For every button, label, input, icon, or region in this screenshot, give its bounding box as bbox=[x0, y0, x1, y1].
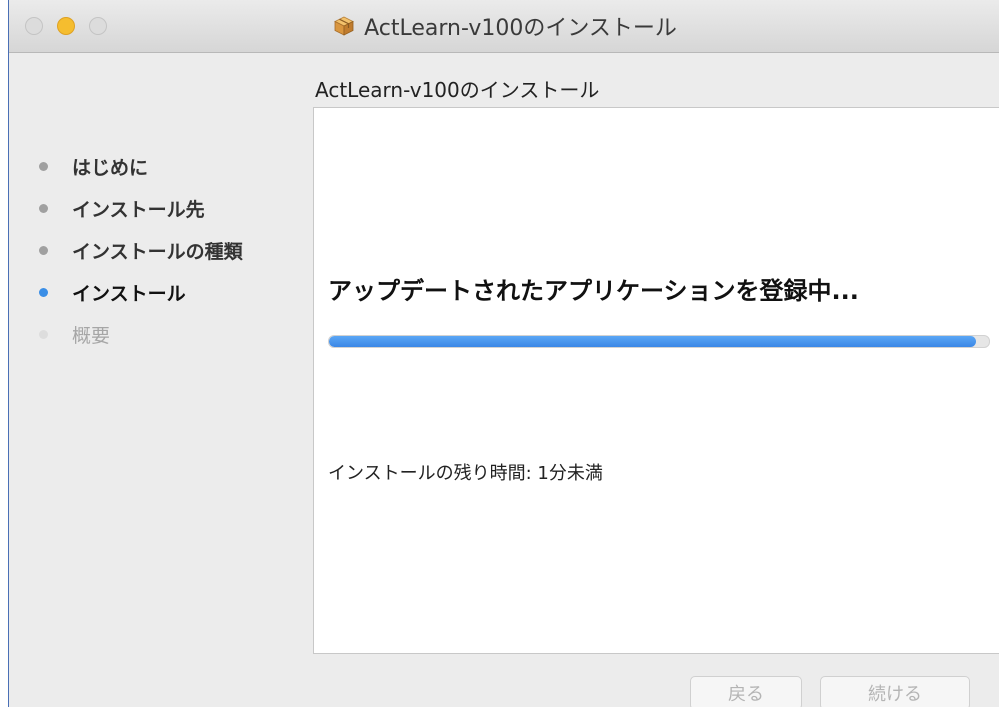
installer-steps: はじめに インストール先 インストールの種類 インストール 概要 bbox=[39, 145, 299, 355]
step-label: 概要 bbox=[72, 324, 111, 347]
step-label: インストールの種類 bbox=[72, 240, 243, 263]
package-icon bbox=[334, 16, 354, 36]
step-install: インストール bbox=[39, 271, 299, 313]
install-status: アップデートされたアプリケーションを登録中... bbox=[328, 277, 859, 305]
step-introduction: はじめに bbox=[39, 145, 299, 187]
step-destination: インストール先 bbox=[39, 187, 299, 229]
content-panel: アップデートされたアプリケーションを登録中... インストールの残り時間: 1分… bbox=[313, 107, 999, 654]
window-title-group: ActLearn-v100のインストール bbox=[9, 0, 999, 52]
step-indicator-icon bbox=[39, 203, 48, 213]
continue-button[interactable]: 続ける bbox=[820, 676, 970, 707]
step-label: はじめに bbox=[72, 156, 149, 179]
window-title: ActLearn-v100のインストール bbox=[364, 16, 677, 41]
step-indicator-icon bbox=[39, 245, 48, 255]
progress-bar-fill bbox=[329, 336, 976, 347]
step-label: インストール先 bbox=[72, 198, 205, 221]
back-button[interactable]: 戻る bbox=[690, 676, 802, 707]
step-indicator-icon bbox=[39, 287, 48, 297]
step-summary: 概要 bbox=[39, 313, 299, 355]
progress-bar bbox=[328, 335, 990, 348]
installer-heading: ActLearn-v100のインストール bbox=[315, 78, 600, 102]
installer-window: ActLearn-v100のインストール ActLearn-v100のインストー… bbox=[8, 0, 999, 707]
step-indicator-icon bbox=[39, 161, 48, 171]
step-install-type: インストールの種類 bbox=[39, 229, 299, 271]
title-bar[interactable]: ActLearn-v100のインストール bbox=[9, 0, 999, 53]
step-label: インストール bbox=[72, 282, 186, 305]
remaining-time: インストールの残り時間: 1分未満 bbox=[328, 463, 603, 484]
step-indicator-icon bbox=[39, 329, 48, 339]
